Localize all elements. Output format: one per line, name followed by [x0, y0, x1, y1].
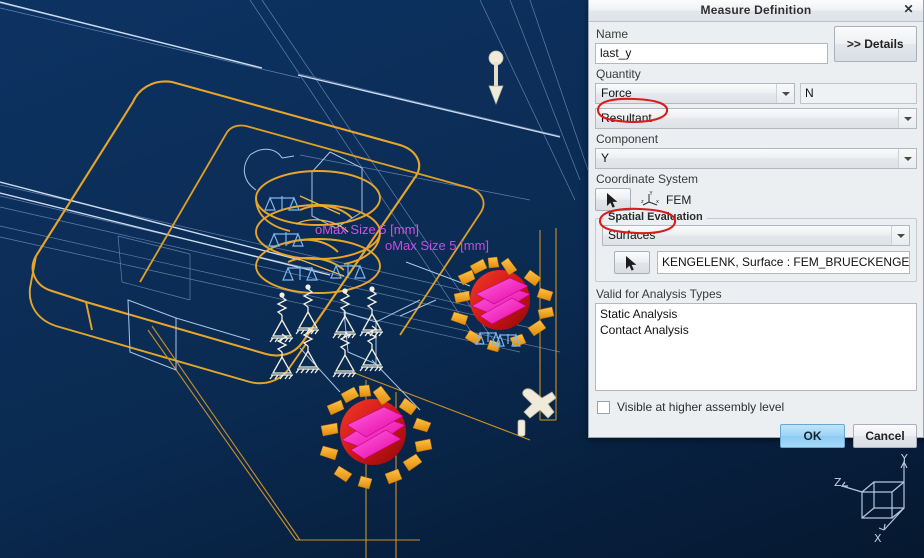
visible-higher-assembly-row[interactable]: Visible at higher assembly level: [595, 400, 917, 414]
name-input[interactable]: last_y: [595, 43, 828, 64]
details-button[interactable]: >> Details: [833, 26, 917, 62]
ok-button[interactable]: OK: [780, 424, 845, 448]
axis-triad-icon: Y z x: [641, 191, 659, 206]
mesh-size-label-1: oMax Size 5 [mm]: [315, 222, 420, 237]
chevron-down-icon[interactable]: [776, 84, 794, 103]
visible-higher-assembly-label: Visible at higher assembly level: [617, 400, 785, 414]
dialog-titlebar[interactable]: Measure Definition ✕: [589, 0, 923, 22]
resultant-select-value: Resultant: [601, 111, 652, 125]
quantity-select-value: Force: [601, 86, 632, 100]
quantity-unit-field[interactable]: N: [800, 83, 917, 104]
component-label: Component: [596, 132, 659, 146]
component-select-value: Y: [601, 151, 610, 165]
load-symbol-cluster: [319, 384, 433, 490]
resultant-select[interactable]: Resultant: [595, 108, 917, 129]
list-item[interactable]: Static Analysis: [600, 306, 912, 322]
cursor-pick-icon: [607, 193, 618, 208]
quantity-select[interactable]: Force: [595, 83, 795, 104]
mesh-size-label-2: oMax Size 5 [mm]: [385, 238, 490, 253]
quantity-row: Force N: [595, 83, 917, 104]
surface-input[interactable]: KENGELENK, Surface : FEM_BRUECKENGELENK: [657, 251, 910, 274]
svg-text:Y: Y: [649, 191, 654, 197]
coordinate-system-row: Y z x FEM: [595, 188, 917, 211]
dialog-button-row: OK Cancel: [595, 424, 917, 448]
measure-arrow-glyph: [488, 50, 504, 105]
cursor-pick-icon: [626, 256, 637, 271]
bearing-glyph: [517, 388, 557, 437]
close-icon[interactable]: ✕: [901, 2, 916, 17]
name-row: last_y >> Details: [595, 26, 917, 64]
quantity-label: Quantity: [596, 67, 641, 81]
axis-label-x: X: [874, 532, 882, 545]
dialog-body: Name last_y >> Details Quantity Force N …: [589, 22, 923, 448]
svg-text:x: x: [656, 199, 659, 205]
axis-label-y: Y: [900, 452, 908, 465]
valid-for-analysis-list[interactable]: Static Analysis Contact Analysis: [595, 303, 917, 391]
cancel-button[interactable]: Cancel: [853, 424, 917, 448]
component-select[interactable]: Y: [595, 148, 917, 169]
coordinate-system-value: FEM: [666, 192, 692, 207]
axis-label-z: Z: [834, 476, 842, 489]
measure-definition-dialog: Measure Definition ✕ Name last_y >> Deta…: [588, 0, 924, 448]
surface-pick-button[interactable]: [614, 251, 650, 274]
dialog-title: Measure Definition: [700, 3, 812, 17]
coordinate-system-label: Coordinate System: [596, 172, 699, 186]
valid-for-analysis-label: Valid for Analysis Types: [596, 287, 722, 301]
list-item[interactable]: Contact Analysis: [600, 322, 912, 338]
surface-selection-row: KENGELENK, Surface : FEM_BRUECKENGELENK: [602, 251, 910, 274]
chevron-down-icon[interactable]: [891, 226, 909, 245]
chevron-down-icon[interactable]: [898, 149, 916, 168]
load-symbol-cluster: [450, 256, 555, 353]
spatial-evaluation-group: Spatial Evaluation Surfaces KENGELENK, S…: [595, 211, 917, 282]
chevron-down-icon[interactable]: [898, 109, 916, 128]
spatial-evaluation-select[interactable]: Surfaces: [602, 225, 910, 246]
coordinate-system-pick-button[interactable]: [595, 188, 631, 211]
spatial-evaluation-value: Surfaces: [608, 228, 656, 242]
orientation-cube-icon: [840, 460, 908, 531]
svg-text:z: z: [641, 199, 644, 205]
application-root: Y X Z oMax Size 5 [mm] oMax Size 5 [mm] …: [0, 0, 924, 558]
visible-higher-assembly-checkbox[interactable]: [597, 400, 610, 414]
spatial-evaluation-label: Spatial Evaluation: [604, 211, 707, 223]
